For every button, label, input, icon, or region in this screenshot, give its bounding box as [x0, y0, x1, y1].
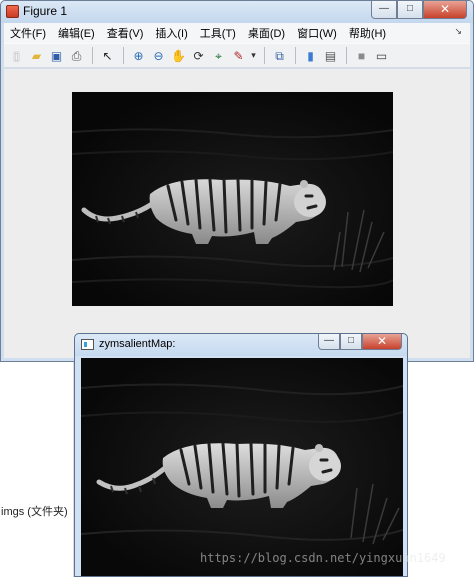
minimize-button[interactable]: —	[318, 334, 340, 350]
toolbar-separator	[295, 47, 296, 64]
figure-canvas	[4, 69, 470, 358]
toolbar-separator	[123, 47, 124, 64]
menu-file[interactable]: 文件(F)	[4, 25, 52, 41]
minimize-button[interactable]: —	[371, 1, 397, 19]
menu-window[interactable]: 窗口(W)	[291, 25, 343, 41]
maximize-button[interactable]: □	[397, 1, 423, 19]
pointer-arrow-icon[interactable]: ↖	[98, 46, 117, 65]
menu-desktop[interactable]: 桌面(D)	[242, 25, 291, 41]
figure-title-bar[interactable]: Figure 1 — □ ✕	[1, 1, 473, 23]
folder-label[interactable]: imgs (文件夹)	[1, 503, 68, 519]
window-app-icon	[81, 339, 94, 350]
toolbar-separator	[264, 47, 265, 64]
zoom-in-icon[interactable]: ⊕	[129, 46, 148, 65]
print-icon[interactable]: ⎙	[67, 46, 86, 65]
menu-view[interactable]: 查看(V)	[101, 25, 150, 41]
new-figure-icon[interactable]: ▯	[7, 46, 26, 65]
menu-edit[interactable]: 编辑(E)	[52, 25, 101, 41]
legend-icon[interactable]: ▤	[321, 46, 340, 65]
saliency-window-controls: — □ ✕	[318, 334, 402, 350]
saliency-title-bar[interactable]: zymsalientMap: — □ ✕	[75, 334, 407, 356]
figure-window-controls: — □ ✕	[371, 1, 467, 19]
figure-window: Figure 1 — □ ✕ 文件(F) 编辑(E) 查看(V) 插入(I) 工…	[0, 0, 474, 362]
close-button[interactable]: ✕	[423, 1, 467, 19]
background-panel	[0, 362, 74, 577]
rotate-3d-icon[interactable]: ⟳	[189, 46, 208, 65]
watermark-text: https://blog.csdn.net/yingxuan1649	[200, 551, 446, 565]
colorbar-icon[interactable]: ▮	[301, 46, 320, 65]
pan-hand-icon[interactable]: ✋	[169, 46, 188, 65]
saliency-window: zymsalientMap: — □ ✕	[74, 333, 408, 577]
toolbar-separator	[346, 47, 347, 64]
figure-toolbar: ▯ ▰ ▣ ⎙ ↖ ⊕ ⊖ ✋ ⟳ ⌖ ✎ ▾ ⧉ ▮ ▤ ■ ▭	[4, 43, 470, 68]
show-plot-tools-icon[interactable]: ▭	[372, 46, 391, 65]
maximize-button[interactable]: □	[340, 334, 362, 350]
zoom-out-icon[interactable]: ⊖	[149, 46, 168, 65]
tiger-saliency-image	[72, 92, 393, 306]
close-button[interactable]: ✕	[362, 334, 402, 350]
menu-bar: 文件(F) 编辑(E) 查看(V) 插入(I) 工具(T) 桌面(D) 窗口(W…	[4, 23, 470, 43]
menu-tools[interactable]: 工具(T)	[194, 25, 242, 41]
save-icon[interactable]: ▣	[47, 46, 66, 65]
dock-arrow-icon[interactable]: ↘	[454, 26, 462, 37]
saliency-title: zymsalientMap:	[99, 338, 176, 350]
open-file-icon[interactable]: ▰	[27, 46, 46, 65]
figure-title: Figure 1	[23, 4, 68, 18]
saliency-image-graphic	[81, 358, 403, 576]
brush-dropdown-icon[interactable]: ▾	[249, 46, 258, 65]
hide-plot-tools-icon[interactable]: ■	[352, 46, 371, 65]
brush-icon[interactable]: ✎	[229, 46, 248, 65]
tiger-image-graphic	[72, 92, 393, 306]
toolbar-separator	[92, 47, 93, 64]
menu-help[interactable]: 帮助(H)	[343, 25, 392, 41]
saliency-map-image	[81, 358, 403, 576]
menu-insert[interactable]: 插入(I)	[149, 25, 193, 41]
link-plot-icon[interactable]: ⧉	[270, 46, 289, 65]
data-cursor-icon[interactable]: ⌖	[209, 46, 228, 65]
matlab-icon	[6, 5, 19, 18]
